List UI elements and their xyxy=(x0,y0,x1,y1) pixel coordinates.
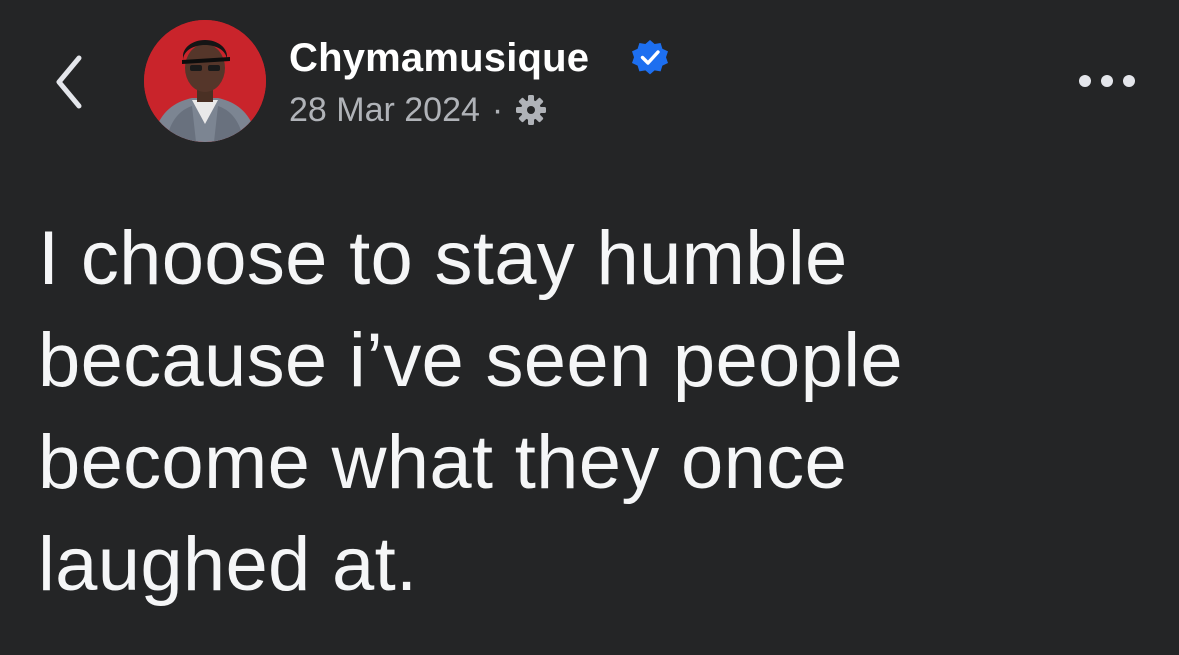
ellipsis-icon xyxy=(1079,75,1135,87)
author-name[interactable]: Chymamusique xyxy=(289,36,589,80)
post-date[interactable]: 28 Mar 2024 xyxy=(289,91,480,130)
chevron-left-icon xyxy=(56,55,82,109)
gear-icon[interactable] xyxy=(513,92,549,128)
post-text-line: I choose to stay humble xyxy=(38,216,848,301)
back-button[interactable] xyxy=(44,50,94,114)
avatar[interactable] xyxy=(144,20,266,142)
more-options-button[interactable] xyxy=(1074,58,1140,104)
post-text-line: because i’ve seen people xyxy=(38,318,903,403)
meta-separator: · xyxy=(491,90,504,129)
verified-badge-icon xyxy=(632,40,668,75)
avatar-image xyxy=(144,20,266,142)
post-meta: 28 Mar 2024 · xyxy=(289,88,549,132)
post-text-line: become what they once xyxy=(38,420,848,505)
post-text: I choose to stay humble because i’ve see… xyxy=(38,208,1138,616)
post-text-line: laughed at. xyxy=(38,522,418,607)
